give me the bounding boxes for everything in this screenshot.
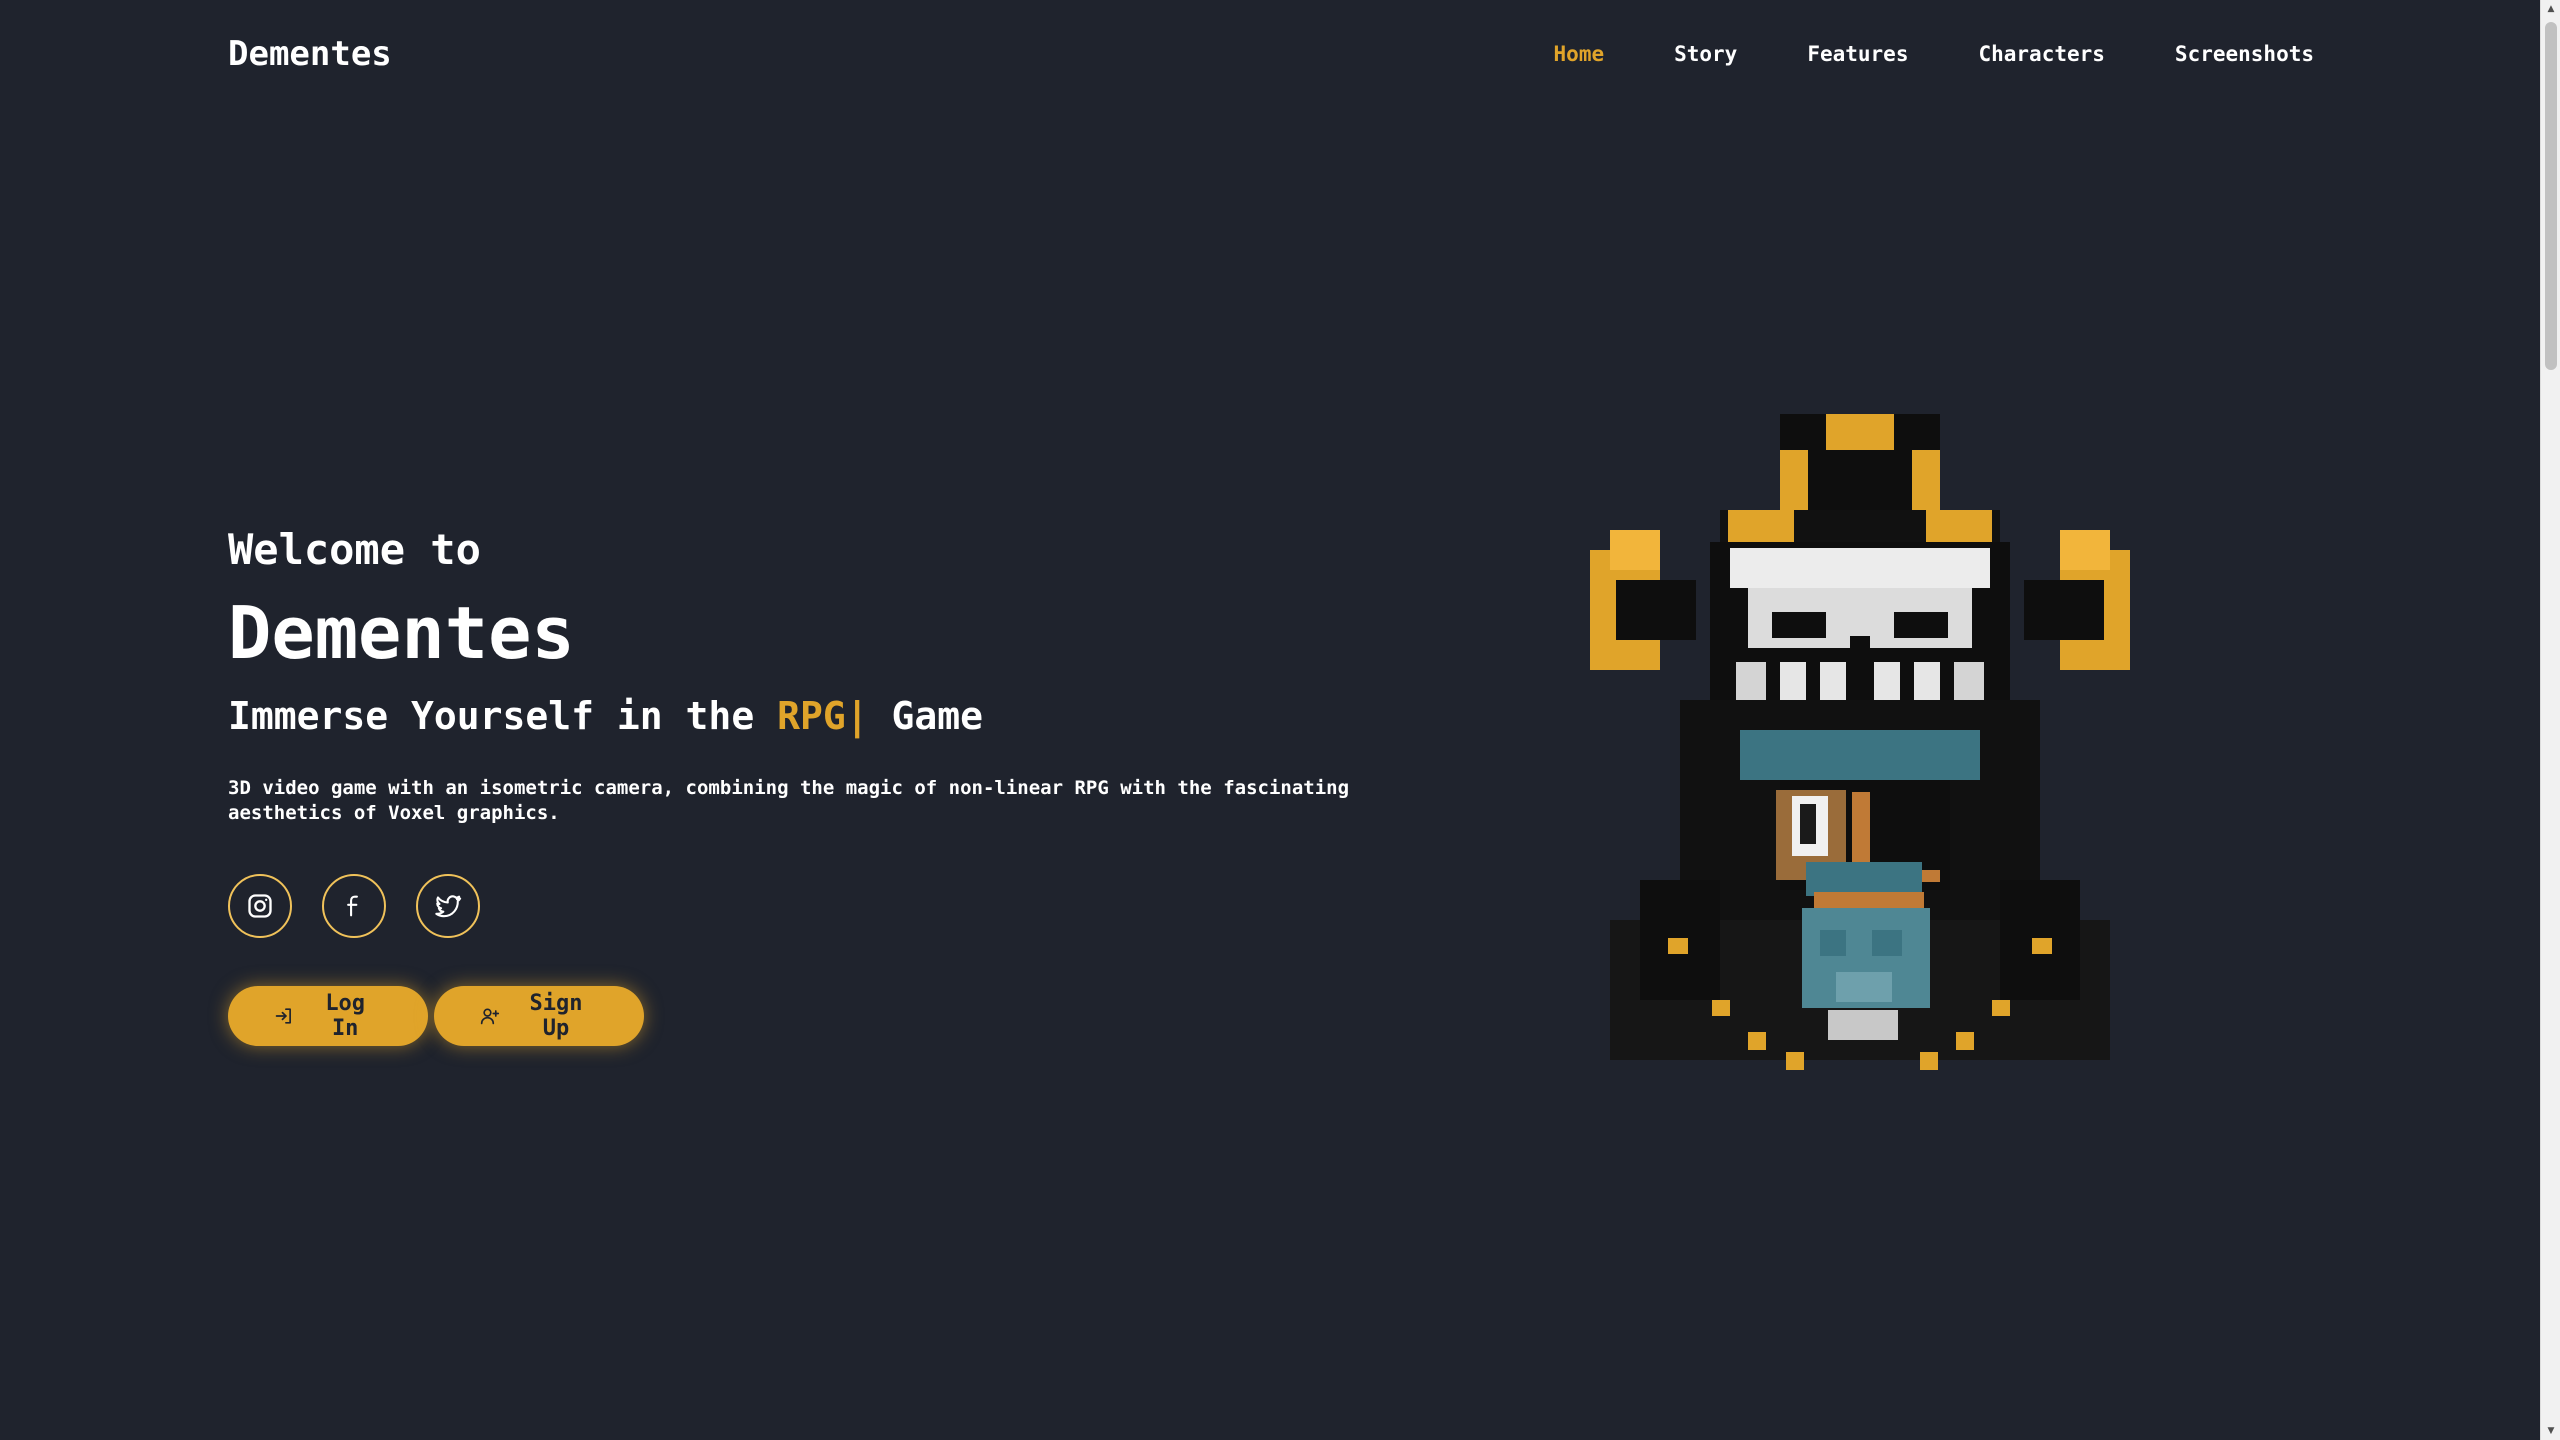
hero-welcome: Welcome to <box>228 525 481 574</box>
twitter-button[interactable] <box>416 874 480 938</box>
top-nav: Dementes Home Story Features Characters … <box>228 26 2314 82</box>
brand-logo[interactable]: Dementes <box>228 34 392 74</box>
signup-label: Sign Up <box>529 991 583 1041</box>
voxel-character-image <box>1590 414 2130 1070</box>
instagram-icon <box>248 894 272 918</box>
nav-item-characters[interactable]: Characters <box>1978 42 2104 66</box>
hero-title: Dementes <box>228 591 575 675</box>
signup-button[interactable]: Sign Up <box>434 986 644 1046</box>
login-button[interactable]: Log In <box>228 986 428 1046</box>
auth-buttons: Log In Sign Up <box>228 986 1408 1046</box>
scroll-down-icon[interactable]: ▼ <box>2541 1422 2560 1440</box>
social-links <box>228 874 1408 938</box>
nav-item-home[interactable]: Home <box>1554 42 1605 66</box>
instagram-button[interactable] <box>228 874 292 938</box>
login-label: Log In <box>325 991 366 1041</box>
scroll-up-icon[interactable]: ▲ <box>2541 0 2560 18</box>
page: Dementes Home Story Features Characters … <box>0 0 2560 1440</box>
tagline-prefix: Immerse Yourself in the <box>228 694 755 738</box>
login-icon <box>275 1008 291 1024</box>
typing-cursor: | <box>845 694 869 738</box>
add-user-icon <box>480 1008 500 1025</box>
facebook-button[interactable] <box>322 874 386 938</box>
facebook-icon <box>347 895 358 917</box>
twitter-icon <box>435 895 462 918</box>
nav-item-story[interactable]: Story <box>1674 42 1737 66</box>
hero-description: 3D video game with an isometric camera, … <box>228 777 1350 824</box>
nav-links: Home Story Features Characters Screensho… <box>1484 42 2314 66</box>
page-scrollbar[interactable]: ▲ ▼ <box>2540 0 2560 1440</box>
nav-item-features[interactable]: Features <box>1807 42 1908 66</box>
tagline-highlight: RPG <box>777 694 846 738</box>
nav-item-screenshots[interactable]: Screenshots <box>2175 42 2314 66</box>
hero-tagline: Immerse Yourself in the RPG| Game <box>228 688 1408 744</box>
hero-section: Welcome to Dementes Immerse Yourself in … <box>228 520 1408 1046</box>
scroll-thumb[interactable] <box>2545 22 2557 370</box>
tagline-suffix: Game <box>891 694 984 738</box>
